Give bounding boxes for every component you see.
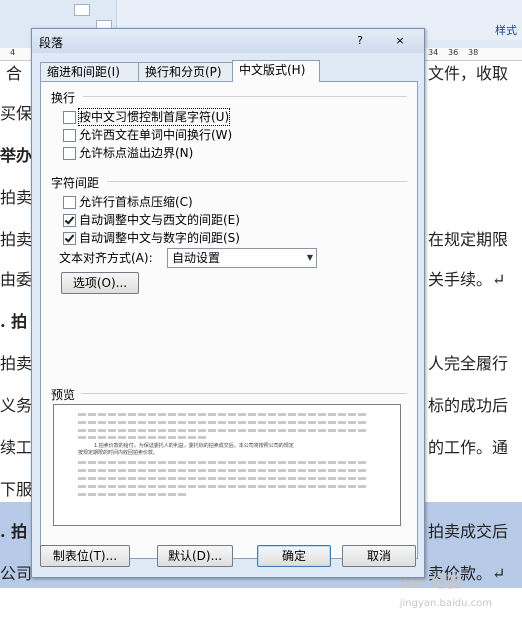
tab-line-page-breaks[interactable]: 换行和分页(P) <box>138 62 238 81</box>
document-text: 人完全履行 <box>428 354 509 373</box>
tab-asian-typography[interactable]: 中文版式(H) <box>232 60 320 82</box>
document-text: . 拍 <box>0 522 28 541</box>
ribbon-small-button[interactable] <box>74 4 90 16</box>
text-alignment-label: 文本对齐方式(A): <box>59 251 153 265</box>
document-text: 公司 <box>0 564 33 583</box>
dialog-titlebar[interactable]: 段落 ? × <box>32 29 424 53</box>
set-default-button[interactable]: 默认(D)... <box>157 545 233 567</box>
section-label-character-spacing: 字符间距 <box>51 176 100 190</box>
checkbox[interactable] <box>63 111 76 124</box>
checkbox-label[interactable]: 自动调整中文与数字的间距(S) <box>79 230 240 246</box>
document-text: 文件，收取 <box>428 64 509 83</box>
paragraph-dialog: 段落 ? × 缩进和间距(I) 换行和分页(P) 中文版式(H) 换行 按中文习… <box>31 28 425 578</box>
checkbox-label[interactable]: 允许行首标点压缩(C) <box>79 194 193 210</box>
help-button[interactable]: ? <box>352 34 368 47</box>
preview-line <box>78 461 368 464</box>
ok-button[interactable]: 确定 <box>257 545 331 567</box>
preview-line <box>78 493 188 496</box>
document-text: 拍卖 <box>0 354 33 373</box>
cancel-button[interactable]: 取消 <box>342 545 416 567</box>
preview-line <box>78 429 368 432</box>
preview-line <box>78 436 208 439</box>
tab-panel-asian-typography: 换行 按中文习惯控制首尾字符(U) 允许西文在单词中间换行(W) 允许标点溢出边… <box>40 81 418 559</box>
document-text: 在规定期限 <box>428 230 509 249</box>
checkbox-label[interactable]: 允许西文在单词中间换行(W) <box>79 127 232 143</box>
document-text: 标的成功后 <box>428 396 509 415</box>
preview-text: 1.拍卖价款的给付。为保证委托人的利益，委托标的拍卖成交后，本公司将按照公司的规… <box>94 443 294 449</box>
options-button[interactable]: 选项(O)... <box>61 272 139 294</box>
document-text: . 拍 <box>0 312 28 331</box>
separator <box>83 96 407 97</box>
checkbox-checked[interactable] <box>63 232 76 245</box>
checkbox[interactable] <box>63 196 76 209</box>
document-text: 义务 <box>0 396 33 415</box>
preview-line <box>78 469 368 472</box>
document-text: 续工 <box>0 438 33 457</box>
checkbox-label[interactable]: 按中文习惯控制首尾字符(U) <box>77 108 231 126</box>
dialog-title: 段落 <box>39 36 64 50</box>
document-text: 的工作。通 <box>428 438 509 457</box>
preview-text: 按规定期限的时间内收回拍卖价款。 <box>78 450 159 456</box>
checkbox-label[interactable]: 自动调整中文与西文的间距(E) <box>79 212 240 228</box>
document-text: 拍卖 <box>0 230 33 249</box>
chevron-down-icon[interactable]: ▼ <box>307 249 313 267</box>
tabs-button[interactable]: 制表位(T)... <box>40 545 130 567</box>
document-text: 买保 <box>0 104 33 123</box>
preview-line <box>78 421 368 424</box>
close-button[interactable]: × <box>392 34 408 47</box>
tab-indent-spacing[interactable]: 缩进和间距(I) <box>40 62 144 81</box>
section-label-preview: 预览 <box>51 388 76 402</box>
checkbox-checked[interactable] <box>63 214 76 227</box>
text-alignment-select[interactable]: 自动设置 ▼ <box>167 248 317 268</box>
separator <box>107 181 407 182</box>
checkbox[interactable] <box>63 129 76 142</box>
preview-line <box>78 485 368 488</box>
preview-line <box>78 413 368 416</box>
section-label-line-break: 换行 <box>51 91 76 105</box>
document-text: 拍卖成交后 <box>428 522 509 541</box>
document-text: 合 <box>6 64 23 83</box>
separator <box>81 393 407 394</box>
ruler-tick-label: 38 <box>468 48 479 57</box>
styles-group-label: 样式 <box>495 24 517 37</box>
document-text: 下服 <box>0 480 33 499</box>
preview-line <box>78 477 368 480</box>
text-alignment-value: 自动设置 <box>172 251 221 265</box>
ruler-tick-label: 34 <box>428 48 439 57</box>
document-text: 拍卖 <box>0 188 33 207</box>
document-text: 举办 <box>0 146 33 165</box>
checkbox-label[interactable]: 允许标点溢出边界(N) <box>79 145 193 161</box>
document-text: 关手续。↵ <box>428 270 506 289</box>
preview-box: 1.拍卖价款的给付。为保证委托人的利益，委托标的拍卖成交后，本公司将按照公司的规… <box>53 404 401 526</box>
checkbox[interactable] <box>63 147 76 160</box>
watermark-url: jingyan.baidu.com <box>399 598 492 609</box>
document-text: 由委 <box>0 270 33 289</box>
ruler-tick-label: 36 <box>448 48 459 57</box>
ruler-tick-label: 4 <box>10 48 16 57</box>
